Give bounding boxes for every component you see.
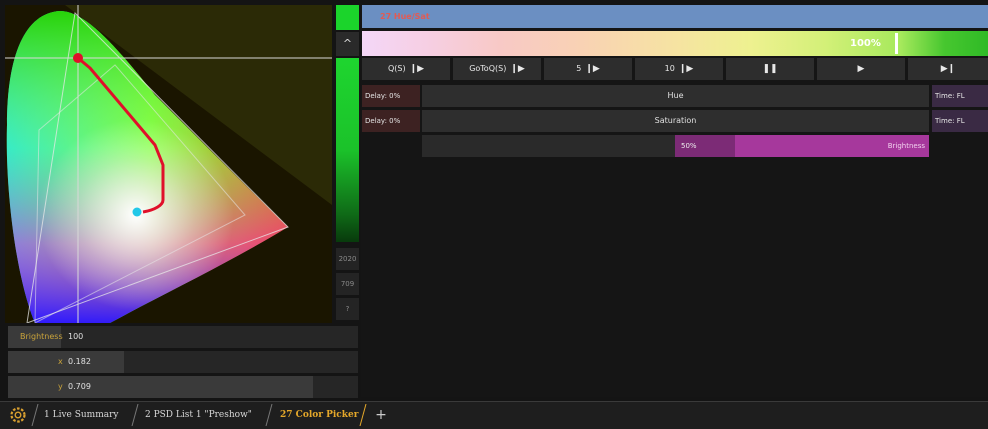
saturation-delay-button[interactable]: Delay: 0% xyxy=(362,110,420,132)
hue-delay-button[interactable]: Delay: 0% xyxy=(362,85,420,107)
play-icon: ▶ xyxy=(857,64,865,74)
tab-separator xyxy=(358,403,368,427)
color-swatch xyxy=(336,5,359,30)
saturation-row: Delay: 0% Saturation Time: FL xyxy=(362,110,988,132)
play-step-icon: ❙▶ xyxy=(409,64,425,74)
q-s-button[interactable]: Q(S) ❙▶ xyxy=(362,58,450,80)
gamut-2020-button[interactable]: 2020 xyxy=(336,248,359,270)
x-fill xyxy=(8,351,124,373)
tab-separator xyxy=(264,403,274,427)
step-10-button[interactable]: 10 ❙▶ xyxy=(635,58,723,80)
play-button[interactable]: ▶ xyxy=(817,58,905,80)
y-label: y xyxy=(58,382,63,391)
help-button[interactable]: ? xyxy=(336,298,359,320)
chevron-up-icon[interactable]: ^ xyxy=(336,32,359,56)
effect-title-bar[interactable]: 27 Hue/Sat xyxy=(362,5,988,28)
tab-color-picker[interactable]: 27 Color Picker xyxy=(274,401,365,429)
effect-title: 27 Hue/Sat xyxy=(380,12,430,21)
brightness-value: 100 xyxy=(68,332,84,341)
intensity-slider[interactable] xyxy=(336,58,359,242)
brightness-label: Brightness xyxy=(20,332,63,341)
play-step-icon: ❙▶ xyxy=(510,64,525,74)
brightness-param-row[interactable]: 50% Brightness xyxy=(422,135,929,157)
hue-row: Delay: 0% Hue Time: FL xyxy=(362,85,988,107)
x-label: x xyxy=(58,357,63,366)
skip-end-button[interactable]: ▶❙ xyxy=(908,58,988,80)
saturation-time-button[interactable]: Time: FL xyxy=(932,110,988,132)
current-color-handle[interactable] xyxy=(73,53,83,63)
hue-time-button[interactable]: Time: FL xyxy=(932,85,988,107)
tab-psd-list[interactable]: 2 PSD List 1 "Preshow" xyxy=(139,401,258,429)
x-coordinate-field[interactable]: x 0.182 xyxy=(8,351,358,373)
saturation-param[interactable]: Saturation xyxy=(422,110,929,132)
gear-icon[interactable] xyxy=(8,405,28,425)
target-color-handle[interactable] xyxy=(132,207,142,217)
gamut-709-button[interactable]: 709 xyxy=(336,273,359,295)
gotoq-s-button[interactable]: GoToQ(S) ❙▶ xyxy=(453,58,541,80)
brightness-field[interactable]: Brightness 100 xyxy=(8,326,358,348)
brightness-name: Brightness xyxy=(887,142,925,150)
hue-param[interactable]: Hue xyxy=(422,85,929,107)
intensity-percent: 100% xyxy=(850,38,881,49)
play-step-icon: ❙▶ xyxy=(585,64,600,74)
brightness-percent: 50% xyxy=(681,142,697,150)
step-5-button[interactable]: 5 ❙▶ xyxy=(544,58,632,80)
y-value: 0.709 xyxy=(68,382,91,391)
tab-live-summary[interactable]: 1 Live Summary xyxy=(38,401,125,429)
add-tab-button[interactable]: + xyxy=(371,401,391,429)
pause-button[interactable]: ❚❚ xyxy=(726,58,814,80)
hue-sat-gradient-bar[interactable]: 100% xyxy=(362,31,988,56)
play-step-icon: ❙▶ xyxy=(678,64,694,74)
y-fill xyxy=(8,376,313,398)
cie-color-picker[interactable] xyxy=(5,5,332,323)
intensity-marker[interactable] xyxy=(895,33,898,54)
pause-icon: ❚❚ xyxy=(762,64,778,74)
y-coordinate-field[interactable]: y 0.709 xyxy=(8,376,358,398)
x-value: 0.182 xyxy=(68,357,91,366)
skip-end-icon: ▶❙ xyxy=(940,64,956,74)
